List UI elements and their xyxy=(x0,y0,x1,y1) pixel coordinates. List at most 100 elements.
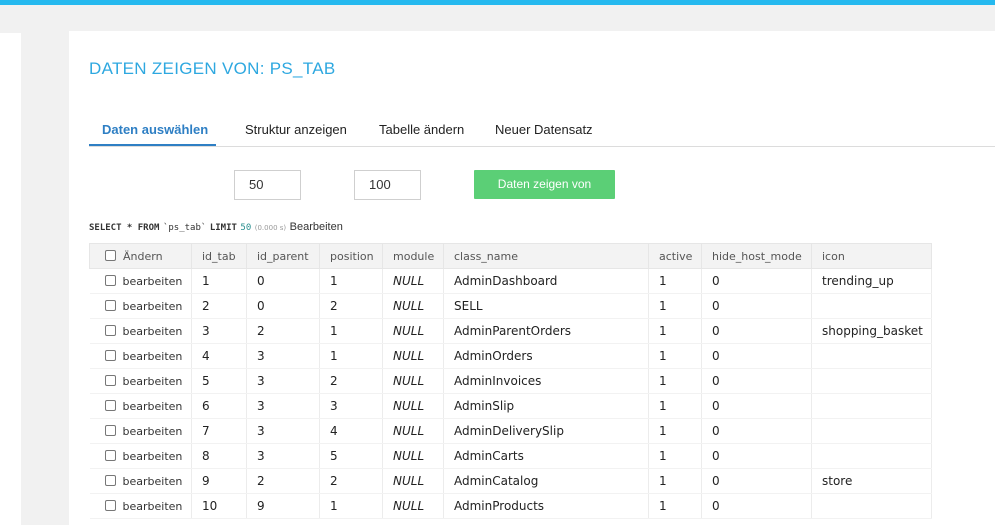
row-edit-cell: bearbeiten xyxy=(89,443,192,469)
table-row: bearbeiten 9 2 2 NULL AdminCatalog 1 0 store xyxy=(89,468,932,494)
cell-icon xyxy=(811,293,932,319)
row-checkbox[interactable] xyxy=(104,350,116,361)
cell-hide-host-mode: 0 xyxy=(701,368,812,394)
cell-id-parent: 3 xyxy=(246,418,320,444)
cell-icon xyxy=(811,493,932,519)
cell-hide-host-mode: 0 xyxy=(701,268,812,294)
cell-class-name: AdminDashboard xyxy=(443,268,649,294)
cell-icon xyxy=(811,418,932,444)
cell-icon xyxy=(811,393,932,419)
row-checkbox[interactable] xyxy=(104,375,116,386)
row-edit-link[interactable]: bearbeiten xyxy=(123,500,183,513)
cell-id-tab: 1 xyxy=(191,268,247,294)
row-edit-cell: bearbeiten xyxy=(89,293,192,319)
tab-alter-table[interactable]: Tabelle ändern xyxy=(379,122,464,137)
active-tab-indicator xyxy=(89,144,216,146)
left-sidebar-edge xyxy=(0,33,21,525)
table-row: bearbeiten 6 3 3 NULL AdminSlip 1 0 xyxy=(89,393,932,419)
select-all-checkbox[interactable] xyxy=(105,249,116,261)
row-checkbox[interactable] xyxy=(104,500,116,511)
cell-class-name: AdminProducts xyxy=(443,493,649,519)
cell-class-name: AdminSlip xyxy=(443,393,649,419)
row-edit-link[interactable]: bearbeiten xyxy=(123,450,183,463)
header-id-parent[interactable]: id_parent xyxy=(246,243,320,269)
sql-table-name: `ps_tab` xyxy=(162,223,207,233)
text-length-input[interactable]: 100 xyxy=(354,170,421,200)
cell-position: 2 xyxy=(319,293,383,319)
row-edit-link[interactable]: bearbeiten xyxy=(123,425,183,438)
cell-icon xyxy=(811,368,932,394)
row-edit-link[interactable]: bearbeiten xyxy=(123,350,183,363)
cell-hide-host-mode: 0 xyxy=(701,418,812,444)
cell-module: NULL xyxy=(382,293,444,319)
row-edit-link[interactable]: bearbeiten xyxy=(123,400,183,413)
table-row: bearbeiten 3 2 1 NULL AdminParentOrders 1 0 shop… xyxy=(89,318,932,344)
cell-hide-host-mode: 0 xyxy=(701,443,812,469)
row-edit-cell: bearbeiten xyxy=(89,393,192,419)
header-hide-host-mode[interactable]: hide_host_mode xyxy=(701,243,812,269)
header-module[interactable]: module xyxy=(382,243,444,269)
cell-id-parent: 0 xyxy=(246,268,320,294)
header-class-name[interactable]: class_name xyxy=(443,243,649,269)
row-checkbox[interactable] xyxy=(104,475,116,486)
cell-class-name: AdminDeliverySlip xyxy=(443,418,649,444)
row-edit-link[interactable]: bearbeiten xyxy=(123,475,183,488)
limit-input[interactable]: 50 xyxy=(234,170,301,200)
data-table: Ändern id_tab id_parent position module … xyxy=(89,243,932,519)
show-data-button[interactable]: Daten zeigen von xyxy=(474,170,615,199)
row-checkbox[interactable] xyxy=(104,400,116,411)
row-checkbox[interactable] xyxy=(104,425,116,436)
tab-select-data[interactable]: Daten auswählen xyxy=(102,122,208,137)
cell-active: 1 xyxy=(648,443,702,469)
cell-hide-host-mode: 0 xyxy=(701,493,812,519)
row-checkbox[interactable] xyxy=(104,325,116,336)
sql-edit-link[interactable]: Bearbeiten xyxy=(290,221,343,233)
table-row: bearbeiten 7 3 4 NULL AdminDeliverySlip 1 0 xyxy=(89,418,932,444)
cell-hide-host-mode: 0 xyxy=(701,293,812,319)
cell-id-tab: 9 xyxy=(191,468,247,494)
tab-new-record[interactable]: Neuer Datensatz xyxy=(495,122,593,137)
row-edit-link[interactable]: bearbeiten xyxy=(123,375,183,388)
cell-active: 1 xyxy=(648,418,702,444)
table-header-row: Ändern id_tab id_parent position module … xyxy=(89,243,932,269)
row-edit-cell: bearbeiten xyxy=(89,468,192,494)
row-edit-link[interactable]: bearbeiten xyxy=(123,300,183,313)
cell-active: 1 xyxy=(648,368,702,394)
cell-module: NULL xyxy=(382,393,444,419)
cell-id-tab: 7 xyxy=(191,418,247,444)
cell-id-tab: 2 xyxy=(191,293,247,319)
top-accent-bar xyxy=(0,0,995,5)
cell-module: NULL xyxy=(382,368,444,394)
page-title: DATEN ZEIGEN VON: PS_TAB xyxy=(89,59,336,78)
tab-show-structure[interactable]: Struktur anzeigen xyxy=(245,122,347,137)
cell-id-tab: 8 xyxy=(191,443,247,469)
cell-position: 2 xyxy=(319,368,383,394)
cell-position: 1 xyxy=(319,318,383,344)
cell-class-name: AdminInvoices xyxy=(443,368,649,394)
cell-module: NULL xyxy=(382,268,444,294)
header-edit-column: Ändern xyxy=(89,243,192,269)
row-checkbox[interactable] xyxy=(104,275,116,286)
cell-module: NULL xyxy=(382,318,444,344)
cell-class-name: AdminCarts xyxy=(443,443,649,469)
table-row: bearbeiten 5 3 2 NULL AdminInvoices 1 0 xyxy=(89,368,932,394)
cell-icon xyxy=(811,443,932,469)
cell-class-name: AdminOrders xyxy=(443,343,649,369)
header-icon[interactable]: icon xyxy=(811,243,932,269)
header-id-tab[interactable]: id_tab xyxy=(191,243,247,269)
row-edit-cell: bearbeiten xyxy=(89,493,192,519)
row-edit-cell: bearbeiten xyxy=(89,318,192,344)
cell-position: 4 xyxy=(319,418,383,444)
row-checkbox[interactable] xyxy=(104,300,116,311)
row-edit-link[interactable]: bearbeiten xyxy=(123,325,183,338)
sql-select-keyword: SELECT * FROM xyxy=(89,223,160,233)
header-position[interactable]: position xyxy=(319,243,383,269)
row-checkbox[interactable] xyxy=(104,450,116,461)
cell-id-parent: 3 xyxy=(246,443,320,469)
sql-query-line: SELECT * FROM `ps_tab` LIMIT 50 (0.000 s… xyxy=(89,220,343,233)
row-edit-link[interactable]: bearbeiten xyxy=(123,275,183,288)
header-active[interactable]: active xyxy=(648,243,702,269)
cell-position: 1 xyxy=(319,268,383,294)
table-body: bearbeiten 1 0 1 NULL AdminDashboard 1 0 trendin… xyxy=(89,268,932,519)
row-edit-cell: bearbeiten xyxy=(89,268,192,294)
